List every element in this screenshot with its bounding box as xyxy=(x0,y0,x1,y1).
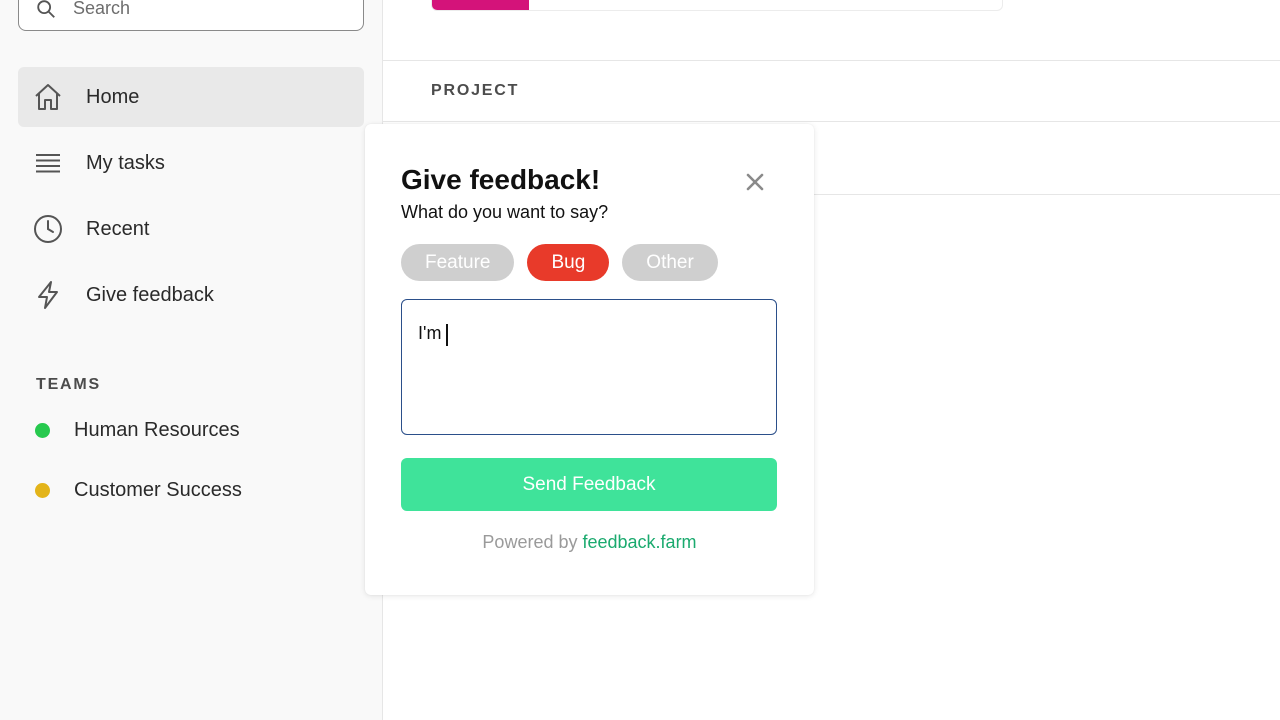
sidebar: Home My tasks Recent Give feedback TEAMS… xyxy=(0,0,383,720)
feedback-farm-link[interactable]: feedback.farm xyxy=(583,532,697,552)
home-icon xyxy=(35,84,61,110)
teams-header: TEAMS xyxy=(36,376,101,393)
sidebar-item-give-feedback[interactable]: Give feedback xyxy=(18,265,364,325)
modal-title: Give feedback! xyxy=(401,164,601,195)
progress-fill xyxy=(432,0,529,10)
sidebar-nav: Home My tasks Recent Give feedback xyxy=(18,67,364,331)
category-feature-button[interactable]: Feature xyxy=(401,244,515,281)
team-label: Human Resources xyxy=(74,418,240,441)
modal-subtitle: What do you want to say? xyxy=(401,202,609,222)
sidebar-item-label: My tasks xyxy=(86,152,165,174)
close-button[interactable] xyxy=(741,168,769,196)
progress-bar xyxy=(431,0,1003,11)
sidebar-item-my-tasks[interactable]: My tasks xyxy=(18,133,364,193)
team-label: Customer Success xyxy=(74,478,242,501)
search-input[interactable] xyxy=(73,0,333,19)
clock-icon xyxy=(34,215,62,243)
divider xyxy=(383,60,1280,61)
sidebar-item-label: Home xyxy=(86,86,140,108)
sidebar-item-label: Recent xyxy=(86,218,150,240)
category-other-button[interactable]: Other xyxy=(622,244,718,281)
sidebar-item-recent[interactable]: Recent xyxy=(18,199,364,259)
divider xyxy=(383,121,1280,122)
team-item-human-resources[interactable]: Human Resources xyxy=(35,415,240,445)
sidebar-item-label: Give feedback xyxy=(86,284,214,306)
text-caret xyxy=(446,324,448,346)
project-header: PROJECT xyxy=(431,82,520,99)
team-item-customer-success[interactable]: Customer Success xyxy=(35,475,242,505)
team-color-dot xyxy=(35,482,50,498)
search-box[interactable] xyxy=(18,0,364,31)
category-chips: Feature Bug Other xyxy=(401,244,718,281)
category-bug-button[interactable]: Bug xyxy=(527,244,610,281)
send-feedback-button[interactable]: Send Feedback xyxy=(401,458,777,511)
feedback-textarea-wrapper: I'm xyxy=(401,299,777,435)
lightning-icon xyxy=(38,281,58,309)
list-icon xyxy=(36,154,60,173)
feedback-modal: Give feedback! What do you want to say? … xyxy=(365,124,814,595)
powered-by-label: Powered by xyxy=(482,532,578,552)
team-color-dot xyxy=(35,422,50,438)
powered-by: Powered by feedback.farm xyxy=(365,532,814,553)
feedback-textarea[interactable]: I'm xyxy=(402,300,776,434)
sidebar-item-home[interactable]: Home xyxy=(18,67,364,127)
search-icon xyxy=(37,0,55,18)
close-icon xyxy=(746,173,764,191)
